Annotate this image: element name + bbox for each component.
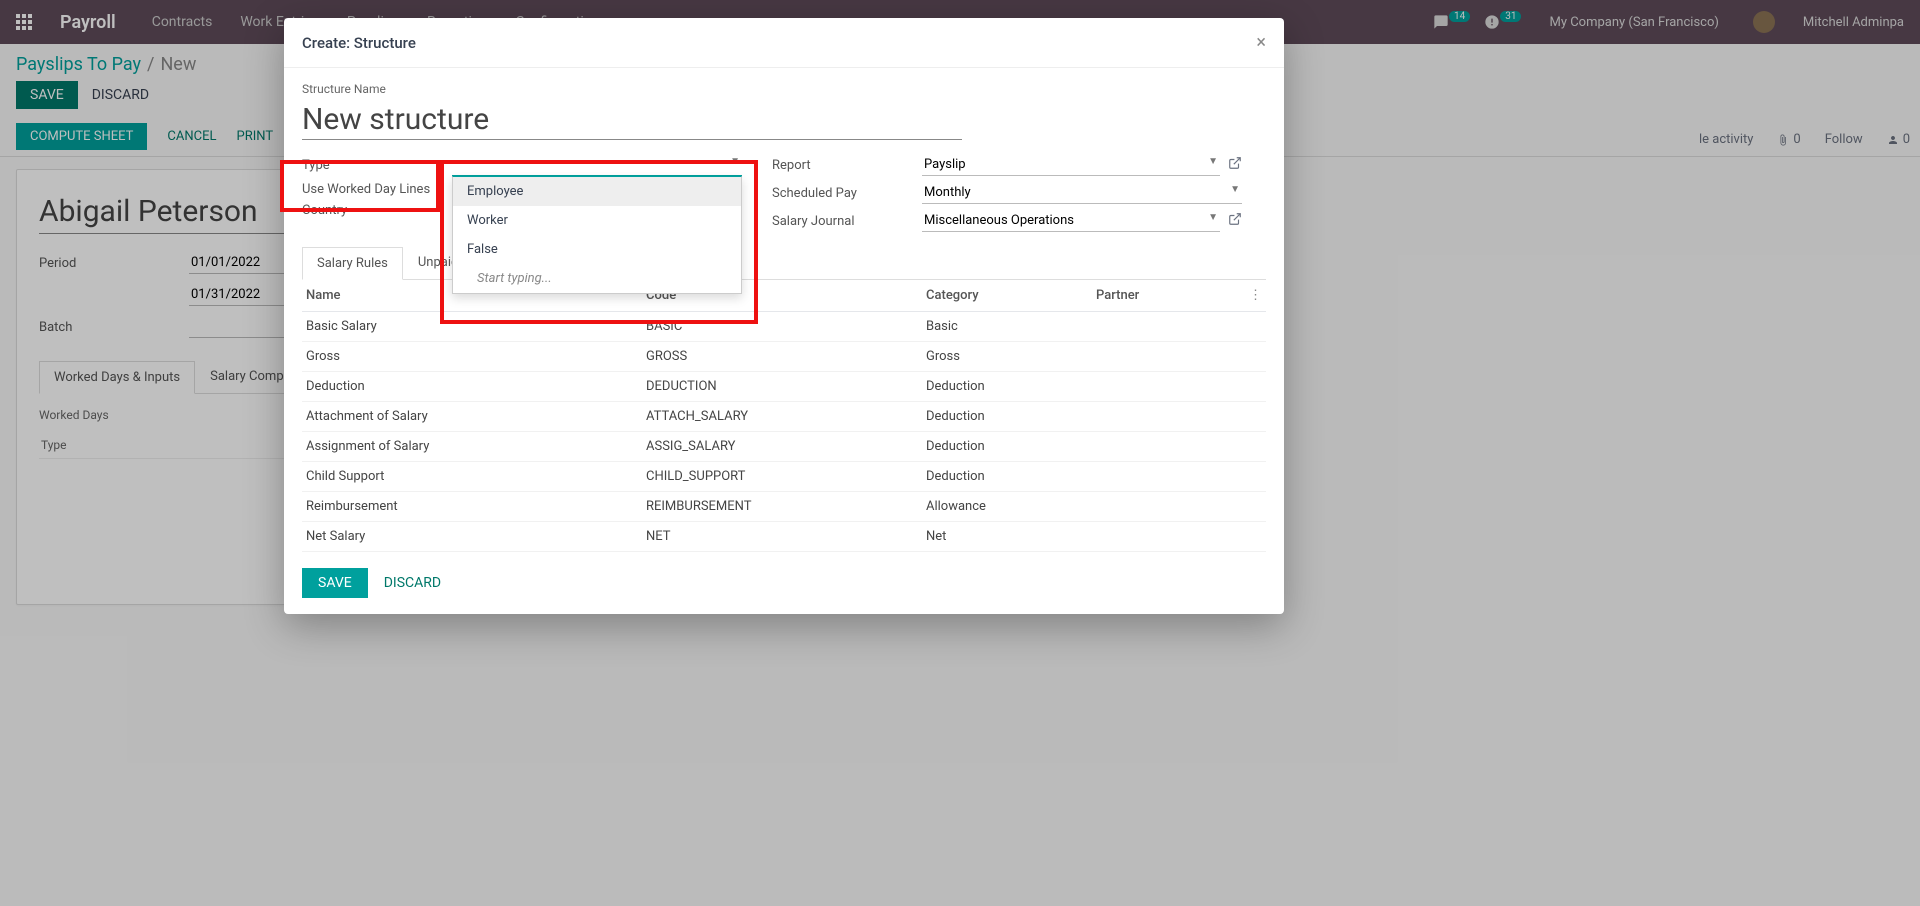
external-link-icon[interactable] — [1228, 212, 1242, 230]
report-select[interactable] — [922, 154, 1220, 176]
rule-code: REIMBURSEMENT — [642, 492, 922, 522]
tab-salary-rules[interactable]: Salary Rules — [302, 247, 403, 280]
modal-title: Create: Structure — [302, 34, 416, 52]
rule-code: GROSS — [642, 342, 922, 372]
rule-code: BASIC — [642, 312, 922, 342]
salary-journal-select[interactable] — [922, 210, 1220, 232]
salary-rules-table: Name Code Category Partner ⋮ Basic Salar… — [302, 280, 1266, 552]
type-label: Type — [302, 158, 452, 173]
rule-category: Deduction — [922, 402, 1092, 432]
rule-code: NET — [642, 522, 922, 552]
country-label: Country — [302, 203, 452, 218]
rule-name: Reimbursement — [302, 492, 642, 522]
rule-name: Deduction — [302, 372, 642, 402]
report-label: Report — [772, 158, 922, 173]
type-select[interactable] — [452, 154, 742, 176]
rule-name: Net Salary — [302, 522, 642, 552]
type-option-employee[interactable]: Employee — [453, 177, 741, 206]
create-structure-modal: Create: Structure × Structure Name Type … — [284, 18, 1284, 614]
type-option-false[interactable]: False — [453, 235, 741, 264]
structure-name-label: Structure Name — [302, 82, 1266, 96]
scheduled-pay-label: Scheduled Pay — [772, 186, 922, 201]
rule-category: Allowance — [922, 492, 1092, 522]
rule-code: ASSIG_SALARY — [642, 432, 922, 462]
rule-category: Deduction — [922, 372, 1092, 402]
rule-category: Gross — [922, 342, 1092, 372]
rule-name: Child Support — [302, 462, 642, 492]
rule-name: Assignment of Salary — [302, 432, 642, 462]
table-row[interactable]: Child SupportCHILD_SUPPORTDeduction — [302, 462, 1266, 492]
rule-category: Deduction — [922, 462, 1092, 492]
table-row[interactable]: GrossGROSSGross — [302, 342, 1266, 372]
col-partner: Partner — [1092, 280, 1245, 312]
rule-name: Basic Salary — [302, 312, 642, 342]
table-row[interactable]: Assignment of SalaryASSIG_SALARYDeductio… — [302, 432, 1266, 462]
modal-discard-button[interactable]: DISCARD — [384, 568, 441, 598]
rule-code: CHILD_SUPPORT — [642, 462, 922, 492]
rule-name: Attachment of Salary — [302, 402, 642, 432]
table-row[interactable]: Attachment of SalaryATTACH_SALARYDeducti… — [302, 402, 1266, 432]
table-row[interactable]: ReimbursementREIMBURSEMENTAllowance — [302, 492, 1266, 522]
rule-name: Gross — [302, 342, 642, 372]
rule-code: ATTACH_SALARY — [642, 402, 922, 432]
salary-journal-label: Salary Journal — [772, 214, 922, 229]
close-icon[interactable]: × — [1256, 32, 1266, 53]
kebab-icon[interactable]: ⋮ — [1245, 280, 1266, 312]
rule-code: DEDUCTION — [642, 372, 922, 402]
table-row[interactable]: Basic SalaryBASICBasic — [302, 312, 1266, 342]
use-worked-label: Use Worked Day Lines — [302, 182, 452, 197]
scheduled-pay-select[interactable] — [922, 182, 1242, 204]
type-option-worker[interactable]: Worker — [453, 206, 741, 235]
modal-save-button[interactable]: SAVE — [302, 568, 368, 598]
table-row[interactable]: DeductionDEDUCTIONDeduction — [302, 372, 1266, 402]
structure-name-input[interactable] — [302, 100, 962, 140]
rule-category: Deduction — [922, 432, 1092, 462]
col-category: Category — [922, 280, 1092, 312]
table-row[interactable]: Net SalaryNETNet — [302, 522, 1266, 552]
type-option-typing[interactable]: Start typing... — [453, 264, 741, 293]
type-dropdown: Employee Worker False Start typing... — [452, 176, 742, 294]
external-link-icon[interactable] — [1228, 156, 1242, 174]
rule-category: Net — [922, 522, 1092, 552]
rule-category: Basic — [922, 312, 1092, 342]
